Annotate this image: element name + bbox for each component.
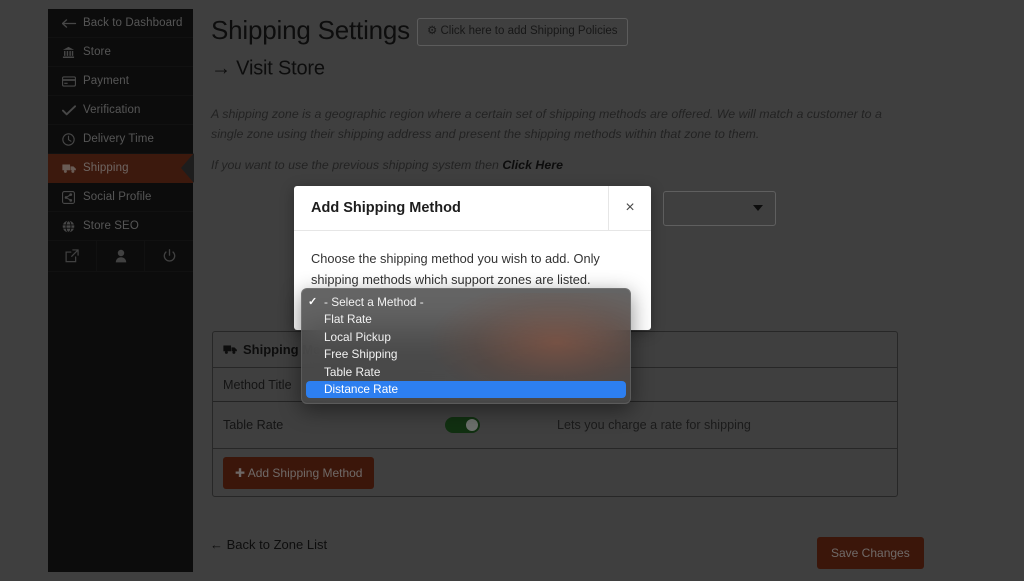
table-row: Table Rate Lets you charge a rate for sh… bbox=[213, 402, 897, 449]
clock-icon bbox=[62, 132, 83, 146]
sidebar-item-label: Social Profile bbox=[83, 191, 152, 203]
sidebar: Back to Dashboard Store Payment Verifica… bbox=[48, 9, 193, 572]
back-to-zone-list-link[interactable]: ← Back to Zone List bbox=[210, 537, 327, 552]
globe-icon bbox=[62, 219, 83, 233]
gear-icon: ⚙ bbox=[426, 25, 438, 38]
app-window: Back to Dashboard Store Payment Verifica… bbox=[0, 0, 1024, 581]
policies-button-label: Click here to add Shipping Policies bbox=[440, 25, 618, 38]
sidebar-item-shipping[interactable]: Shipping bbox=[48, 154, 193, 183]
select-option[interactable]: ✓ - Select a Method - bbox=[302, 293, 630, 311]
select-option-label: - Select a Method - bbox=[324, 294, 424, 309]
select-option-label: Local Pickup bbox=[324, 329, 391, 344]
sidebar-item-payment[interactable]: Payment bbox=[48, 67, 193, 96]
page-title: Shipping Settings ⚙ Click here to add Shi… bbox=[211, 12, 741, 88]
share-icon bbox=[62, 190, 83, 204]
zone-region-select[interactable] bbox=[663, 190, 776, 226]
select-option-label: Free Shipping bbox=[324, 347, 398, 362]
table-rate-toggle[interactable] bbox=[445, 417, 480, 433]
sidebar-item-delivery-time[interactable]: Delivery Time bbox=[48, 125, 193, 154]
modal-header: Add Shipping Method × bbox=[294, 185, 651, 231]
visit-store-link[interactable]: → Visit Store bbox=[211, 58, 325, 80]
select-option[interactable]: Local Pickup bbox=[302, 328, 630, 346]
shipping-method-select-popup[interactable]: ✓ - Select a Method - Flat Rate Local Pi… bbox=[301, 288, 631, 404]
sidebar-item-label: Verification bbox=[83, 104, 141, 116]
arrow-right-icon: → bbox=[211, 57, 231, 80]
sidebar-item-label: Shipping bbox=[83, 162, 129, 174]
power-icon[interactable] bbox=[145, 241, 193, 271]
sidebar-item-back-to-dashboard[interactable]: Back to Dashboard bbox=[48, 9, 193, 38]
sidebar-item-social-profile[interactable]: Social Profile bbox=[48, 183, 193, 212]
previous-system-paragraph: If you want to use the previous shipping… bbox=[211, 155, 891, 175]
credit-card-icon bbox=[62, 75, 83, 87]
previous-system-prefix: If you want to use the previous shipping… bbox=[211, 157, 503, 172]
save-changes-button[interactable]: Save Changes bbox=[817, 537, 924, 569]
sidebar-item-verification[interactable]: Verification bbox=[48, 96, 193, 125]
add-method-row: ✚ Add Shipping Method bbox=[213, 449, 897, 496]
sidebar-item-label: Store SEO bbox=[83, 220, 139, 232]
sidebar-item-store-seo[interactable]: Store SEO bbox=[48, 212, 193, 241]
sidebar-item-label: Back to Dashboard bbox=[83, 17, 183, 29]
truck-icon bbox=[223, 344, 238, 355]
check-icon: ✓ bbox=[308, 296, 318, 309]
bank-icon bbox=[62, 46, 83, 59]
add-shipping-method-label: Add Shipping Method bbox=[247, 465, 363, 480]
user-icon[interactable] bbox=[97, 241, 146, 271]
click-here-link[interactable]: Click Here bbox=[502, 158, 563, 172]
select-option-label: Table Rate bbox=[324, 364, 381, 379]
sidebar-item-label: Payment bbox=[83, 75, 130, 87]
table-rate-hint: Lets you charge a rate for shipping bbox=[557, 418, 751, 432]
check-icon bbox=[62, 104, 83, 116]
add-shipping-method-button[interactable]: ✚ Add Shipping Method bbox=[223, 456, 375, 489]
sidebar-item-label: Delivery Time bbox=[83, 133, 154, 145]
sidebar-footer bbox=[48, 241, 193, 272]
sidebar-item-store[interactable]: Store bbox=[48, 38, 193, 67]
plus-icon: ✚ bbox=[235, 465, 246, 480]
visit-store-label: Visit Store bbox=[236, 57, 325, 80]
select-option[interactable]: Table Rate bbox=[302, 363, 630, 381]
table-rate-label: Table Rate bbox=[223, 418, 284, 432]
add-shipping-policies-button[interactable]: ⚙ Click here to add Shipping Policies bbox=[416, 18, 628, 46]
toggle-knob bbox=[466, 419, 478, 431]
select-option-label: Distance Rate bbox=[324, 382, 399, 397]
select-option[interactable]: Flat Rate bbox=[302, 311, 630, 329]
back-to-zone-list-label: Back to Zone List bbox=[226, 537, 328, 552]
page-title-text: Shipping Settings bbox=[211, 15, 410, 45]
arrow-left-icon bbox=[62, 18, 83, 29]
select-option-distance-rate[interactable]: Distance Rate bbox=[306, 380, 626, 398]
modal-title: Add Shipping Method bbox=[311, 200, 461, 216]
close-icon[interactable]: × bbox=[608, 185, 651, 231]
zone-description-paragraph: A shipping zone is a geographic region w… bbox=[211, 106, 882, 141]
sidebar-item-label: Store bbox=[83, 46, 111, 58]
external-link-icon[interactable] bbox=[48, 241, 97, 271]
arrow-left-icon: ← bbox=[210, 537, 223, 552]
caret-down-icon bbox=[753, 205, 763, 211]
select-option-label: Flat Rate bbox=[324, 312, 372, 327]
truck-icon bbox=[62, 163, 83, 174]
select-option[interactable]: Free Shipping bbox=[302, 346, 630, 364]
